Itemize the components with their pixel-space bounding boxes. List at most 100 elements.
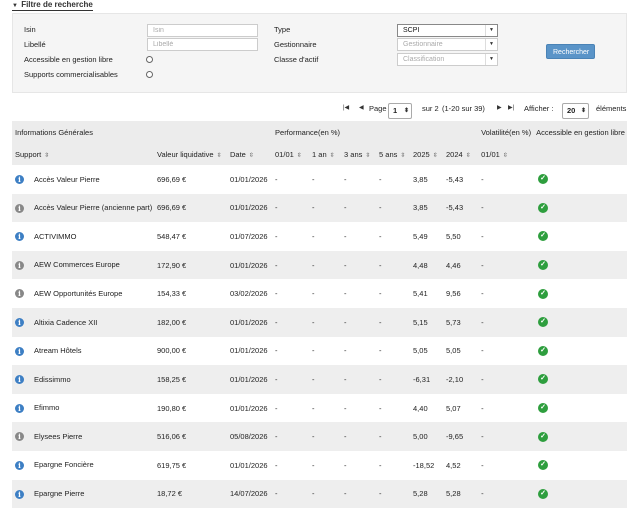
table-row[interactable]: i Atream Hôtels 900,00 €01/01/2026- - - -5,05… (12, 337, 627, 366)
support-name[interactable]: Epargne Pierre (34, 489, 84, 498)
check-circle-icon: ✓ (538, 488, 549, 499)
dropdown-arrow-icon: ▼ (485, 39, 497, 50)
group-header-row: Informations Générales Performance(en %)… (12, 121, 628, 143)
col-support[interactable]: Support ⇳ (12, 143, 154, 165)
check-circle-icon: ✓ (538, 317, 549, 328)
table-row[interactable]: i Efimmo 190,80 €01/01/2026- - - -4,40 5,07- ✓ (12, 394, 627, 423)
support-name[interactable]: Atream Hôtels (34, 346, 82, 355)
cell-p1an: - (309, 250, 342, 280)
cell-v0101: - (478, 422, 534, 451)
spinner-icon: ⬍ (580, 108, 586, 114)
cell-p2024: 4,52 (446, 460, 461, 470)
cell-p5ans: - (376, 422, 411, 451)
cell-support: i Accès Valeur Pierre (ancienne part) (12, 193, 154, 223)
info-icon[interactable]: i (15, 375, 24, 385)
page-label: Page (369, 104, 387, 113)
col-p5ans[interactable]: 5 ans ⇳ (376, 143, 411, 165)
info-icon[interactable]: i (15, 346, 24, 356)
table-row[interactable]: i Accès Valeur Pierre (ancienne part) 696,… (12, 193, 628, 223)
sort-icon: ⇳ (432, 152, 438, 159)
cell-p5ans: - (379, 174, 382, 184)
support-name[interactable]: AEW Commerces Europe (34, 260, 120, 269)
last-page-icon[interactable]: ▶| (508, 104, 514, 111)
cell-v0101: - (481, 460, 484, 470)
support-name[interactable]: AEW Opportunités Europe (34, 289, 122, 298)
support-name[interactable]: Accès Valeur Pierre (ancienne part) (34, 203, 152, 212)
per-page-select[interactable]: 20 ⬍ (562, 103, 589, 119)
cell-p5ans: - (376, 365, 411, 394)
isin-label: Isin (24, 25, 36, 34)
col-valeur[interactable]: Valeur liquidative ⇳ (154, 143, 227, 165)
gestionnaire-select[interactable]: Gestionnaire ▼ (397, 38, 498, 51)
info-icon[interactable]: i (15, 260, 24, 270)
current-page: 1 (393, 106, 398, 115)
cell-v0101: - (478, 365, 534, 394)
col-p2025[interactable]: 2025 ⇳ (410, 143, 444, 165)
col-v0101[interactable]: 01/01 ⇳ (478, 143, 534, 165)
cell-accessible: ✓ (533, 365, 628, 394)
support-name[interactable]: Efimmo (34, 403, 59, 412)
table-row[interactable]: i AEW Opportunités Europe 154,33 € 03/02/20… (12, 279, 627, 308)
support-name[interactable]: Edissimmo (34, 375, 71, 384)
search-button[interactable]: Rechercher (546, 44, 595, 59)
cell-valeur: 18,72 € (154, 479, 227, 508)
supports-checkbox[interactable] (146, 71, 153, 78)
col-p2024[interactable]: 2024 ⇳ (443, 143, 479, 165)
cell-p3ans: - (341, 193, 377, 223)
col-p1an[interactable]: 1 an ⇳ (309, 143, 342, 165)
info-icon[interactable]: i (15, 460, 24, 470)
cell-p0101: - (272, 250, 310, 280)
sort-icon: ⇳ (44, 152, 50, 159)
gestion-libre-checkbox[interactable] (146, 56, 153, 63)
classe-select[interactable]: Classification ▼ (397, 53, 498, 66)
cell-date: 01/01/2026 (227, 365, 273, 394)
info-icon[interactable]: i (15, 403, 24, 413)
col-date[interactable]: Date ⇳ (227, 143, 273, 165)
info-icon[interactable]: i (15, 489, 24, 499)
col-p0101[interactable]: 01/01 ⇳ (272, 143, 310, 165)
table-row[interactable]: i Epargne Pierre 18,72 €14/07/2026- - - -5,28… (12, 479, 628, 508)
isin-input[interactable] (147, 24, 258, 37)
libelle-input[interactable] (147, 38, 258, 51)
cell-support: i Atream Hôtels (12, 337, 154, 366)
table-row[interactable]: i ACTIVIMMO 548,47 €01/07/2026- - - -5,49 5,50… (12, 222, 627, 251)
cell-valeur: 619,75 € (157, 460, 187, 470)
cell-v0101: - (481, 174, 484, 184)
cell-accessible: ✓ (533, 337, 627, 366)
col-p3ans[interactable]: 3 ans ⇳ (341, 143, 377, 165)
cell-accessible: ✓ (533, 451, 627, 480)
table-row[interactable]: i AEW Commerces Europe 172,90 €01/01/2026-… (12, 250, 628, 280)
filter-toggle[interactable]: ▼ Filtre de recherche (12, 0, 93, 11)
cell-date: 01/01/2026 (230, 460, 268, 470)
cell-date: 01/01/2026 (230, 174, 268, 184)
next-page-icon[interactable]: ▶ (497, 104, 502, 111)
table-row[interactable]: i Altixia Cadence XII 182,00 €01/01/2026- -… (12, 307, 628, 337)
support-name[interactable]: ACTIVIMMO (34, 232, 77, 241)
first-page-icon[interactable]: |◀ (343, 104, 349, 111)
type-select[interactable]: SCPI ▼ (397, 24, 498, 37)
cell-p2025: -18,52 (413, 460, 435, 470)
table-row[interactable]: i Epargne Foncière 619,75 €01/01/2026- - - - -… (12, 451, 627, 480)
cell-p1an: - (312, 460, 315, 470)
support-name[interactable]: Altixia Cadence XII (34, 318, 97, 327)
support-name[interactable]: Elysees Pierre (34, 432, 82, 441)
info-icon[interactable]: i (15, 175, 24, 185)
table-row[interactable]: i Accès Valeur Pierre 696,69 €01/01/2026- -… (12, 165, 627, 194)
table-row[interactable]: i Edissimmo 158,25 €01/01/2026- - - - -6,31 -2,… (12, 365, 628, 394)
cell-p3ans: - (341, 250, 377, 280)
info-icon[interactable]: i (15, 203, 24, 213)
cell-p5ans: - (376, 250, 411, 280)
info-icon[interactable]: i (15, 318, 24, 328)
info-icon[interactable]: i (15, 232, 24, 242)
classe-label: Classe d'actif (274, 55, 319, 64)
prev-page-icon[interactable]: ◀ (359, 104, 364, 111)
support-name[interactable]: Epargne Foncière (34, 460, 94, 469)
check-circle-icon: ✓ (538, 288, 549, 299)
info-icon[interactable]: i (15, 432, 24, 442)
support-name[interactable]: Accès Valeur Pierre (34, 175, 100, 184)
cell-v0101: - (481, 231, 484, 241)
page-select[interactable]: 1 ⬍ (388, 103, 412, 119)
info-icon[interactable]: i (15, 289, 24, 299)
table-row[interactable]: i Elysees Pierre 516,06 €05/08/2026- - - -5,0… (12, 422, 628, 451)
filter-title-label: Filtre de recherche (21, 0, 93, 9)
